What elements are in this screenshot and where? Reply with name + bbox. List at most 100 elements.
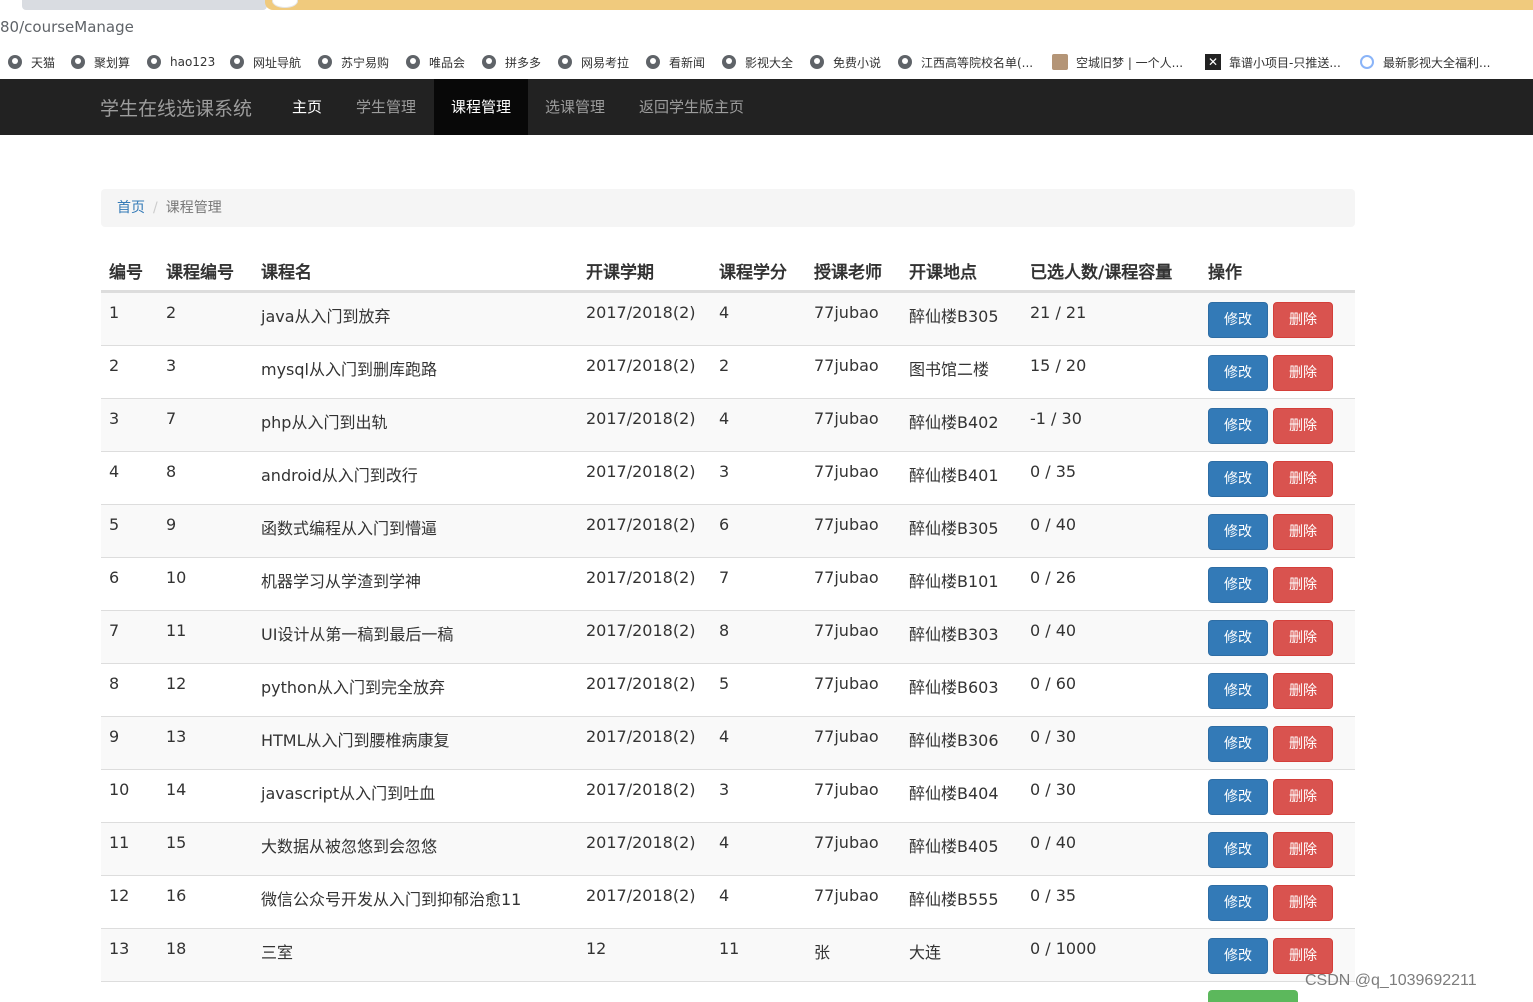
delete-button[interactable]: 删除	[1273, 302, 1333, 338]
cell-teacher: 77jubao	[814, 621, 879, 640]
cell-enrollment: 0 / 30	[1030, 780, 1077, 799]
edit-button[interactable]: 修改	[1208, 885, 1268, 921]
cell-semester: 2017/2018(2)	[586, 303, 696, 322]
delete-button[interactable]: 删除	[1273, 514, 1333, 550]
cell-semester: 2017/2018(2)	[586, 356, 696, 375]
table-row: 13 18 三室 12 11 张 大连 0 / 1000 修改 删除	[101, 928, 1355, 981]
bookmark-item[interactable]: 网址导航	[230, 53, 301, 71]
cell-course-name: java从入门到放弃	[261, 307, 391, 326]
cell-location: 醉仙楼B603	[909, 678, 999, 697]
cell-location: 醉仙楼B401	[909, 466, 999, 485]
edit-button[interactable]: 修改	[1208, 355, 1268, 391]
cell-enrollment: -1 / 30	[1030, 409, 1082, 428]
course-table: 编号 课程编号 课程名 开课学期 课程学分 授课老师 开课地点 已选人数/课程容…	[101, 250, 1355, 981]
cell-enrollment: 0 / 40	[1030, 621, 1077, 640]
bookmark-item[interactable]: ✕ 靠谱小项目-只推送...	[1205, 53, 1341, 71]
nav-item-selection-manage[interactable]: 选课管理	[545, 79, 605, 135]
table-row: 7 11 UI设计从第一稿到最后一稿 2017/2018(2) 8 77jubao 醉仙楼B…	[101, 610, 1355, 663]
bookmark-item[interactable]: 聚划算	[71, 53, 130, 71]
cell-credits: 2	[719, 356, 730, 375]
delete-button[interactable]: 删除	[1273, 355, 1333, 391]
browser-tab[interactable]	[22, 0, 267, 10]
cell-credits: 6	[719, 515, 730, 534]
delete-button[interactable]: 删除	[1273, 408, 1333, 444]
breadcrumb-home-link[interactable]: 首页	[117, 200, 145, 216]
bookmark-item[interactable]: 唯品会	[406, 53, 465, 71]
delete-button[interactable]: 删除	[1273, 832, 1333, 868]
cell-teacher: 张	[814, 943, 831, 962]
bookmark-item[interactable]: 免费小说	[810, 53, 881, 71]
cell-course-number: 2	[166, 303, 177, 322]
edit-button[interactable]: 修改	[1208, 567, 1268, 603]
bookmark-item[interactable]: 影视大全	[722, 53, 793, 71]
edit-button[interactable]: 修改	[1208, 408, 1268, 444]
bookmark-label: 最新影视大全福利...	[1383, 55, 1491, 70]
bookmark-item[interactable]: 空城旧梦 | 一个人...	[1052, 53, 1183, 71]
bookmark-item[interactable]: 最新影视大全福利...	[1360, 53, 1490, 71]
delete-button[interactable]: 删除	[1273, 620, 1333, 656]
header-course-name: 课程名	[261, 263, 312, 283]
cell-enrollment: 0 / 35	[1030, 462, 1077, 481]
cell-credits: 4	[719, 727, 730, 746]
globe-icon	[8, 55, 22, 69]
delete-button[interactable]: 删除	[1273, 726, 1333, 762]
header-enrollment: 已选人数/课程容量	[1030, 263, 1173, 283]
bookmark-item[interactable]: 天猫	[8, 53, 55, 71]
delete-button[interactable]: 删除	[1273, 567, 1333, 603]
edit-button[interactable]: 修改	[1208, 673, 1268, 709]
edit-button[interactable]: 修改	[1208, 302, 1268, 338]
delete-button[interactable]: 删除	[1273, 885, 1333, 921]
add-course-button[interactable]	[1208, 990, 1298, 1002]
nav-item-student-manage[interactable]: 学生管理	[356, 79, 416, 135]
nav-item-home[interactable]: 主页	[292, 79, 322, 135]
brand-title[interactable]: 学生在线选课系统	[100, 94, 252, 121]
edit-button[interactable]: 修改	[1208, 726, 1268, 762]
edit-button[interactable]: 修改	[1208, 832, 1268, 868]
nav-item-student-home[interactable]: 返回学生版主页	[639, 79, 744, 135]
cell-id: 13	[109, 939, 130, 958]
cell-semester: 2017/2018(2)	[586, 833, 696, 852]
bookmark-item[interactable]: 拼多多	[482, 53, 541, 71]
cell-course-name: mysql从入门到删库跑路	[261, 360, 437, 379]
address-bar[interactable]: 80/courseManage	[0, 12, 1533, 42]
bookmark-item[interactable]: 苏宁易购	[318, 53, 389, 71]
table-row: 8 12 python从入门到完全放弃 2017/2018(2) 5 77jubao 醉仙楼…	[101, 663, 1355, 716]
header-credits: 课程学分	[719, 263, 787, 283]
cell-location: 大连	[909, 943, 942, 962]
edit-button[interactable]: 修改	[1208, 514, 1268, 550]
delete-button[interactable]: 删除	[1273, 938, 1333, 974]
header-teacher: 授课老师	[814, 263, 882, 283]
bookmark-label: 聚划算	[94, 55, 131, 70]
bookmark-item[interactable]: hao123	[147, 53, 215, 71]
cell-credits: 3	[719, 780, 730, 799]
delete-button[interactable]: 删除	[1273, 673, 1333, 709]
cell-credits: 8	[719, 621, 730, 640]
header-location: 开课地点	[909, 263, 977, 283]
table-row: 4 8 android从入门到改行 2017/2018(2) 3 77jubao 醉仙楼B4…	[101, 451, 1355, 504]
nav-item-course-manage[interactable]: 课程管理	[434, 79, 528, 135]
cell-id: 1	[109, 303, 120, 322]
table-row: 2 3 mysql从入门到删库跑路 2017/2018(2) 2 77jubao 图书馆二楼…	[101, 345, 1355, 398]
edit-button[interactable]: 修改	[1208, 620, 1268, 656]
browser-tab-strip	[0, 0, 1533, 10]
table-body: 1 2 java从入门到放弃 2017/2018(2) 4 77jubao 醉仙楼B305 2…	[101, 292, 1355, 981]
bookmark-item[interactable]: 网易考拉	[558, 53, 629, 71]
edit-button[interactable]: 修改	[1208, 938, 1268, 974]
delete-button[interactable]: 删除	[1273, 779, 1333, 815]
cell-course-name: 大数据从被忽悠到会忽悠	[261, 837, 438, 856]
cell-id: 2	[109, 356, 120, 375]
header-semester: 开课学期	[586, 263, 654, 283]
cell-teacher: 77jubao	[814, 568, 879, 587]
globe-icon	[406, 55, 420, 69]
edit-button[interactable]: 修改	[1208, 461, 1268, 497]
globe-icon	[898, 55, 912, 69]
cell-course-number: 15	[166, 833, 187, 852]
edit-button[interactable]: 修改	[1208, 779, 1268, 815]
bookmark-item[interactable]: 江西高等院校名单(...	[898, 53, 1033, 71]
cell-course-number: 12	[166, 674, 187, 693]
cell-teacher: 77jubao	[814, 780, 879, 799]
delete-button[interactable]: 删除	[1273, 461, 1333, 497]
bookmark-item[interactable]: 看新闻	[646, 53, 705, 71]
cell-course-number: 13	[166, 727, 187, 746]
cell-course-number: 14	[166, 780, 187, 799]
